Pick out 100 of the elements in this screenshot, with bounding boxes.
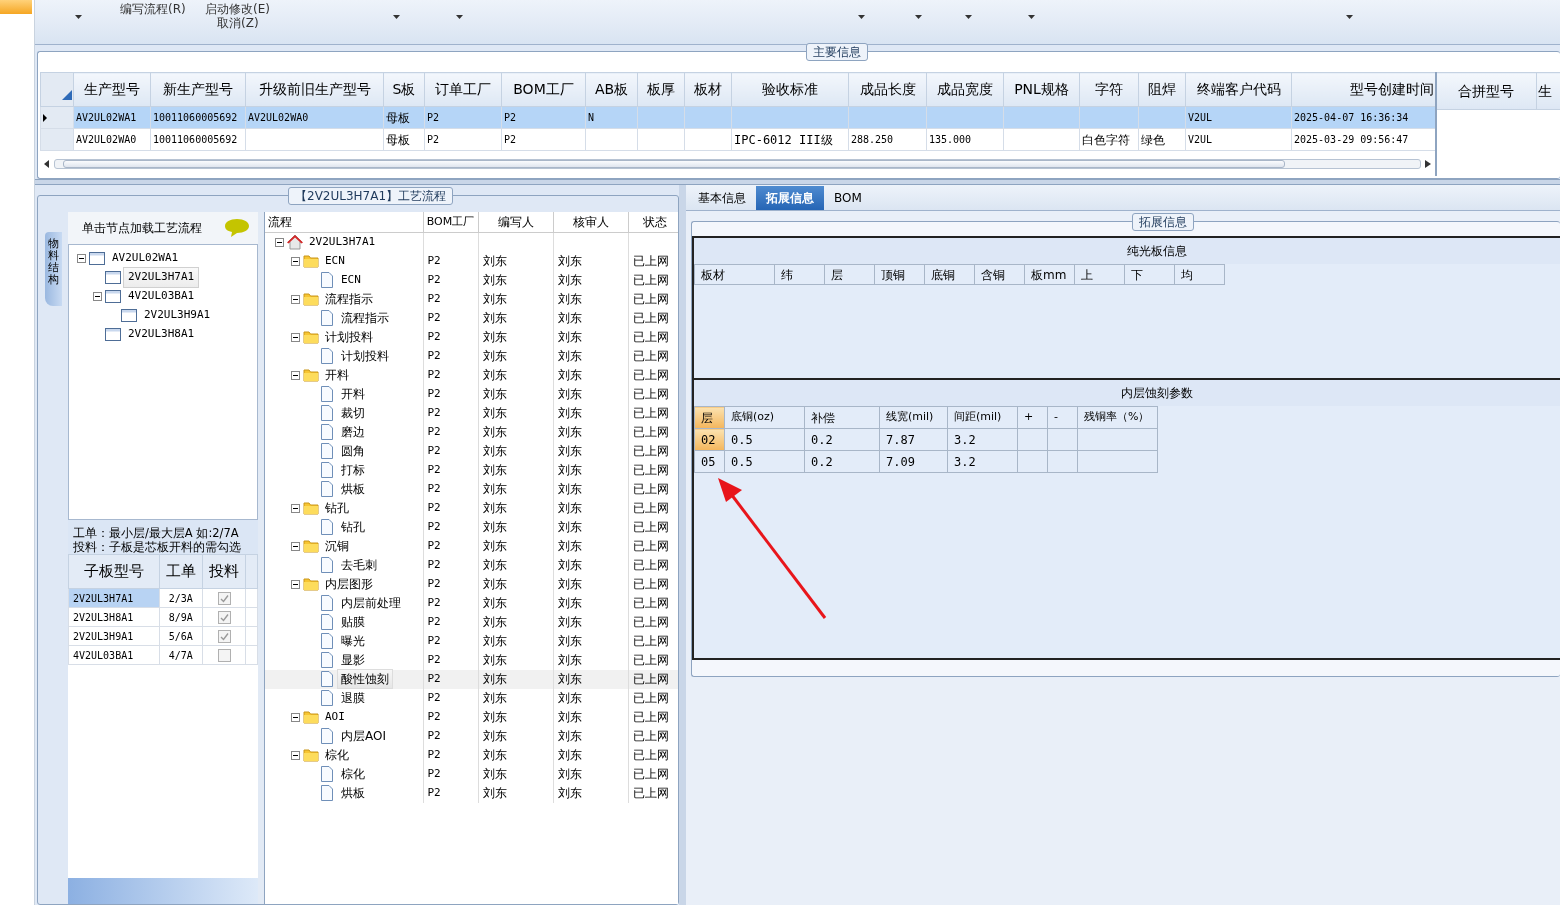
column-header[interactable]: 型号创建时间 (1291, 72, 1436, 107)
tree-node[interactable]: 去毛刺 (338, 556, 380, 574)
column-header[interactable]: 纬 (774, 264, 825, 285)
tree-node[interactable]: 2V2UL3H7A1 (124, 268, 199, 287)
tree-node[interactable]: 开料 (338, 385, 368, 403)
column-header[interactable]: PNL规格 (1003, 72, 1080, 107)
tree-node[interactable]: 4V2UL03BA1 (124, 287, 199, 306)
column-header[interactable]: 子板型号 (68, 554, 160, 589)
column-header[interactable]: 合拼型号 (1436, 72, 1536, 110)
tree-node[interactable]: 磨边 (338, 423, 368, 441)
column-header[interactable]: BOM工厂 (423, 212, 478, 232)
scroll-right-icon[interactable] (1425, 160, 1431, 168)
tree-node[interactable]: 沉铜 (322, 537, 352, 555)
column-header[interactable]: AB板 (585, 72, 638, 107)
column-header[interactable]: 补偿 (804, 406, 880, 429)
column-header[interactable]: 验收标准 (731, 72, 849, 107)
tree-node[interactable]: ECN (322, 252, 348, 270)
dropdown-arrow-icon[interactable] (393, 15, 400, 19)
column-header[interactable]: 底铜(oz) (724, 406, 805, 429)
column-header[interactable]: 残铜率（%） (1077, 406, 1158, 429)
tree-node[interactable]: 棕化 (338, 765, 368, 783)
tree-node[interactable]: 钻孔 (322, 499, 352, 517)
tree-node[interactable]: 贴膜 (338, 613, 368, 631)
column-header[interactable]: 生 (1536, 72, 1560, 110)
column-header[interactable]: S板 (383, 72, 425, 107)
column-header[interactable]: 字符 (1079, 72, 1139, 107)
column-header[interactable]: 阻焊 (1138, 72, 1186, 107)
horizontal-scrollbar[interactable] (54, 159, 1421, 169)
toolbar-item[interactable]: 编写流程(R) (120, 0, 186, 18)
tree-node[interactable]: 计划投料 (322, 328, 376, 346)
column-header[interactable]: 新生产型号 (150, 72, 246, 107)
column-header[interactable]: 板mm (1024, 264, 1075, 285)
column-header[interactable]: 订单工厂 (424, 72, 502, 107)
tree-node[interactable]: 酸性蚀刻 (338, 670, 392, 688)
column-header[interactable]: 顶铜 (874, 264, 925, 285)
tree-node[interactable]: 流程指示 (338, 309, 392, 327)
tree-node[interactable]: 2V2UL3H9A1 (140, 306, 215, 325)
column-header[interactable]: BOM工厂 (501, 72, 586, 107)
column-header[interactable]: - (1047, 406, 1078, 429)
scroll-left-icon[interactable] (44, 160, 50, 168)
tree-node[interactable]: 开料 (322, 366, 352, 384)
column-header[interactable]: 状态 (628, 212, 678, 232)
tree-node[interactable]: 退膜 (338, 689, 368, 707)
tree-node[interactable]: 流程指示 (322, 290, 376, 308)
tree-node[interactable]: 圆角 (338, 442, 368, 460)
checkbox[interactable] (217, 629, 231, 643)
dropdown-arrow-icon[interactable] (1346, 15, 1353, 19)
column-header[interactable]: 终端客户代码 (1185, 72, 1292, 107)
column-header[interactable]: 升级前旧生产型号 (245, 72, 384, 107)
tab[interactable]: 拓展信息 (756, 186, 824, 210)
column-header[interactable]: 均 (1174, 264, 1225, 285)
tree-node[interactable]: AOI (322, 708, 348, 726)
column-header[interactable]: 板材 (684, 72, 732, 107)
tree-node[interactable]: 烘板 (338, 480, 368, 498)
tree-node[interactable]: ECN (338, 271, 364, 289)
column-header[interactable]: 板厚 (637, 72, 685, 107)
dropdown-arrow-icon[interactable] (965, 15, 972, 19)
tree-node[interactable]: 曝光 (338, 632, 368, 650)
dropdown-arrow-icon[interactable] (456, 15, 463, 19)
tree-node[interactable]: 内层AOI (338, 727, 389, 745)
tree-node[interactable]: 内层图形 (322, 575, 376, 593)
tab[interactable]: 基本信息 (688, 186, 756, 210)
checkbox[interactable] (217, 610, 231, 624)
tree-node[interactable]: 2V2UL3H8A1 (124, 325, 199, 344)
column-header[interactable]: 编写人 (478, 212, 553, 232)
column-header[interactable]: 投料 (202, 554, 246, 589)
column-header[interactable]: 下 (1124, 264, 1175, 285)
dropdown-arrow-icon[interactable] (858, 15, 865, 19)
dropdown-arrow-icon[interactable] (915, 15, 922, 19)
dropdown-arrow-icon[interactable] (1028, 15, 1035, 19)
tree-node[interactable]: AV2UL02WA1 (108, 249, 183, 268)
tree-node[interactable]: 打标 (338, 461, 368, 479)
column-header[interactable]: 层 (694, 406, 725, 429)
column-header[interactable]: + (1017, 406, 1048, 429)
column-header[interactable]: 线宽(mil) (879, 406, 948, 429)
checkbox[interactable] (217, 648, 231, 662)
column-header[interactable]: 流程 (265, 212, 423, 232)
tree-node[interactable]: 裁切 (338, 404, 368, 422)
tree-node[interactable]: 钻孔 (338, 518, 368, 536)
column-header[interactable]: 核审人 (553, 212, 628, 232)
column-header[interactable]: 板材 (694, 264, 775, 285)
dropdown-arrow-icon[interactable] (75, 15, 82, 19)
tree-node[interactable]: 显影 (338, 651, 368, 669)
column-header[interactable]: 层 (824, 264, 875, 285)
tree-node[interactable]: 计划投料 (338, 347, 392, 365)
side-tab[interactable]: 物料结构 (44, 232, 62, 307)
column-header[interactable]: 间距(mil) (947, 406, 1018, 429)
checkbox[interactable] (217, 591, 231, 605)
column-header[interactable]: 成品宽度 (926, 72, 1004, 107)
tree-node[interactable]: 棕化 (322, 746, 352, 764)
column-header[interactable]: 生产型号 (73, 72, 151, 107)
column-header[interactable]: 含铜 (974, 264, 1025, 285)
tree-node[interactable]: 烘板 (338, 784, 368, 802)
column-header[interactable]: 成品长度 (848, 72, 927, 107)
column-header[interactable]: 工单 (159, 554, 203, 589)
tree-node[interactable]: 2V2UL3H7A1 (306, 233, 379, 251)
tab[interactable]: BOM (824, 186, 872, 210)
column-header[interactable]: 底铜 (924, 264, 975, 285)
tree-node[interactable]: 内层前处理 (338, 594, 404, 612)
column-header[interactable]: 上 (1074, 264, 1125, 285)
